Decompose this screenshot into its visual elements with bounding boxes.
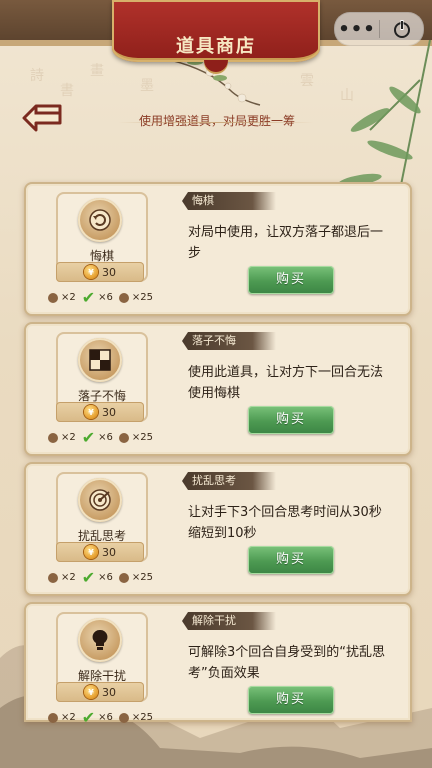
quantity-label: ×6: [98, 572, 113, 583]
quantity-option-25[interactable]: ×25: [118, 572, 154, 583]
quantity-label: ×25: [131, 432, 154, 443]
svg-text:畫: 畫: [90, 63, 104, 79]
price-value: 30: [102, 265, 116, 279]
lightbulb-icon: [78, 618, 122, 662]
buy-button[interactable]: 购买: [248, 686, 334, 714]
subtitle-underline: [118, 122, 314, 123]
coin-icon: ¥: [84, 685, 98, 699]
radio-dot-icon: [118, 292, 129, 303]
item-name-tag: 扰乱思考: [182, 472, 276, 490]
check-icon: ✔: [81, 287, 96, 307]
item-description: 使用此道具，让对方下一回合无法使用悔棋: [188, 365, 384, 401]
price-tag: ¥ 30: [56, 262, 144, 282]
svg-text:書: 書: [60, 83, 74, 99]
quantity-option-6[interactable]: ✔ ×6: [81, 707, 113, 727]
price-value: 30: [102, 405, 116, 419]
check-icon: ✔: [81, 567, 96, 587]
back-arrow-icon: [22, 104, 62, 132]
radio-dot-icon: [118, 432, 129, 443]
svg-text:雲: 雲: [300, 73, 314, 89]
price-value: 30: [102, 685, 116, 699]
quantity-label: ×2: [61, 712, 76, 723]
buy-button[interactable]: 购买: [248, 546, 334, 574]
item-description: 对局中使用，让双方落子都退后一步: [188, 225, 384, 261]
mini-program-capsule: •••: [334, 12, 424, 46]
quantity-option-25[interactable]: ×25: [118, 432, 154, 443]
item-description: 可解除3个回合自身受到的“扰乱思考”负面效果: [188, 645, 386, 681]
quantity-option-2[interactable]: ×2: [48, 292, 76, 303]
price-tag: ¥ 30: [56, 682, 144, 702]
quantity-option-2[interactable]: ×2: [48, 712, 76, 723]
coin-icon: ¥: [84, 265, 98, 279]
back-button[interactable]: [22, 102, 64, 136]
item-card: 解除干扰 ¥ 30 ×2 ✔ ×6 ×25 解除干扰 可解除3个回合自身受到的“扰…: [24, 602, 412, 727]
item-card: 落子不悔 ¥ 30 ×2 ✔ ×6 ×25 落子不悔 使用此道具，让对方下一回合无…: [24, 322, 412, 456]
price-tag: ¥ 30: [56, 402, 144, 422]
svg-text:詩: 詩: [30, 68, 44, 84]
svg-text:墨: 墨: [140, 78, 154, 94]
quantity-option-25[interactable]: ×25: [118, 292, 154, 303]
radio-dot-icon: [48, 572, 58, 583]
buy-button[interactable]: 购买: [248, 266, 334, 294]
page-title: 道具商店: [176, 36, 256, 57]
radio-dot-icon: [118, 712, 129, 723]
buy-button[interactable]: 购买: [248, 406, 334, 434]
quantity-option-6[interactable]: ✔ ×6: [81, 567, 113, 587]
quantity-label: ×25: [131, 572, 154, 583]
quantity-option-25[interactable]: ×25: [118, 712, 154, 723]
quantity-label: ×2: [61, 432, 76, 443]
item-card: 扰乱思考 ¥ 30 ×2 ✔ ×6 ×25 扰乱思考 让对手下3个回合思考时间从3…: [24, 462, 412, 596]
title-banner: 道具商店: [112, 0, 320, 72]
quantity-label: ×6: [98, 432, 113, 443]
quantity-label: ×6: [98, 712, 113, 723]
quantity-options: ×2 ✔ ×6 ×25: [48, 567, 154, 587]
coin-icon: ¥: [84, 545, 98, 559]
quantity-option-2[interactable]: ×2: [48, 572, 76, 583]
price-tag: ¥ 30: [56, 542, 144, 562]
price-value: 30: [102, 545, 116, 559]
target-icon: [78, 478, 122, 522]
quantity-option-6[interactable]: ✔ ×6: [81, 287, 113, 307]
item-description: 让对手下3个回合思考时间从30秒缩短到10秒: [188, 505, 382, 541]
radio-dot-icon: [48, 712, 58, 723]
radio-dot-icon: [48, 432, 58, 443]
quantity-label: ×6: [98, 292, 113, 303]
quantity-label: ×2: [61, 292, 76, 303]
more-dots-icon[interactable]: •••: [335, 13, 379, 45]
check-icon: ✔: [81, 427, 96, 447]
checker-block-icon: [78, 338, 122, 382]
quantity-options: ×2 ✔ ×6 ×25: [48, 427, 154, 447]
coin-icon: ¥: [84, 405, 98, 419]
item-name-tag: 解除干扰: [182, 612, 276, 630]
radio-dot-icon: [48, 292, 58, 303]
item-card: 悔棋 ¥ 30 ×2 ✔ ×6 ×25 悔棋 对局中使用，让双方落子都退后一步 购…: [24, 182, 412, 316]
svg-text:山: 山: [340, 88, 354, 104]
quantity-option-2[interactable]: ×2: [48, 432, 76, 443]
item-name-tag: 落子不悔: [182, 332, 276, 350]
subtitle: 使用增强道具，对局更胜一筹: [138, 114, 295, 128]
quantity-label: ×25: [131, 712, 154, 723]
undo-icon: [78, 198, 122, 242]
power-icon[interactable]: [380, 13, 423, 45]
item-name-tag: 悔棋: [182, 192, 276, 210]
quantity-options: ×2 ✔ ×6 ×25: [48, 707, 154, 727]
quantity-options: ×2 ✔ ×6 ×25: [48, 287, 154, 307]
quantity-option-6[interactable]: ✔ ×6: [81, 427, 113, 447]
quantity-label: ×25: [131, 292, 154, 303]
radio-dot-icon: [118, 572, 129, 583]
quantity-label: ×2: [61, 572, 76, 583]
check-icon: ✔: [81, 707, 96, 727]
